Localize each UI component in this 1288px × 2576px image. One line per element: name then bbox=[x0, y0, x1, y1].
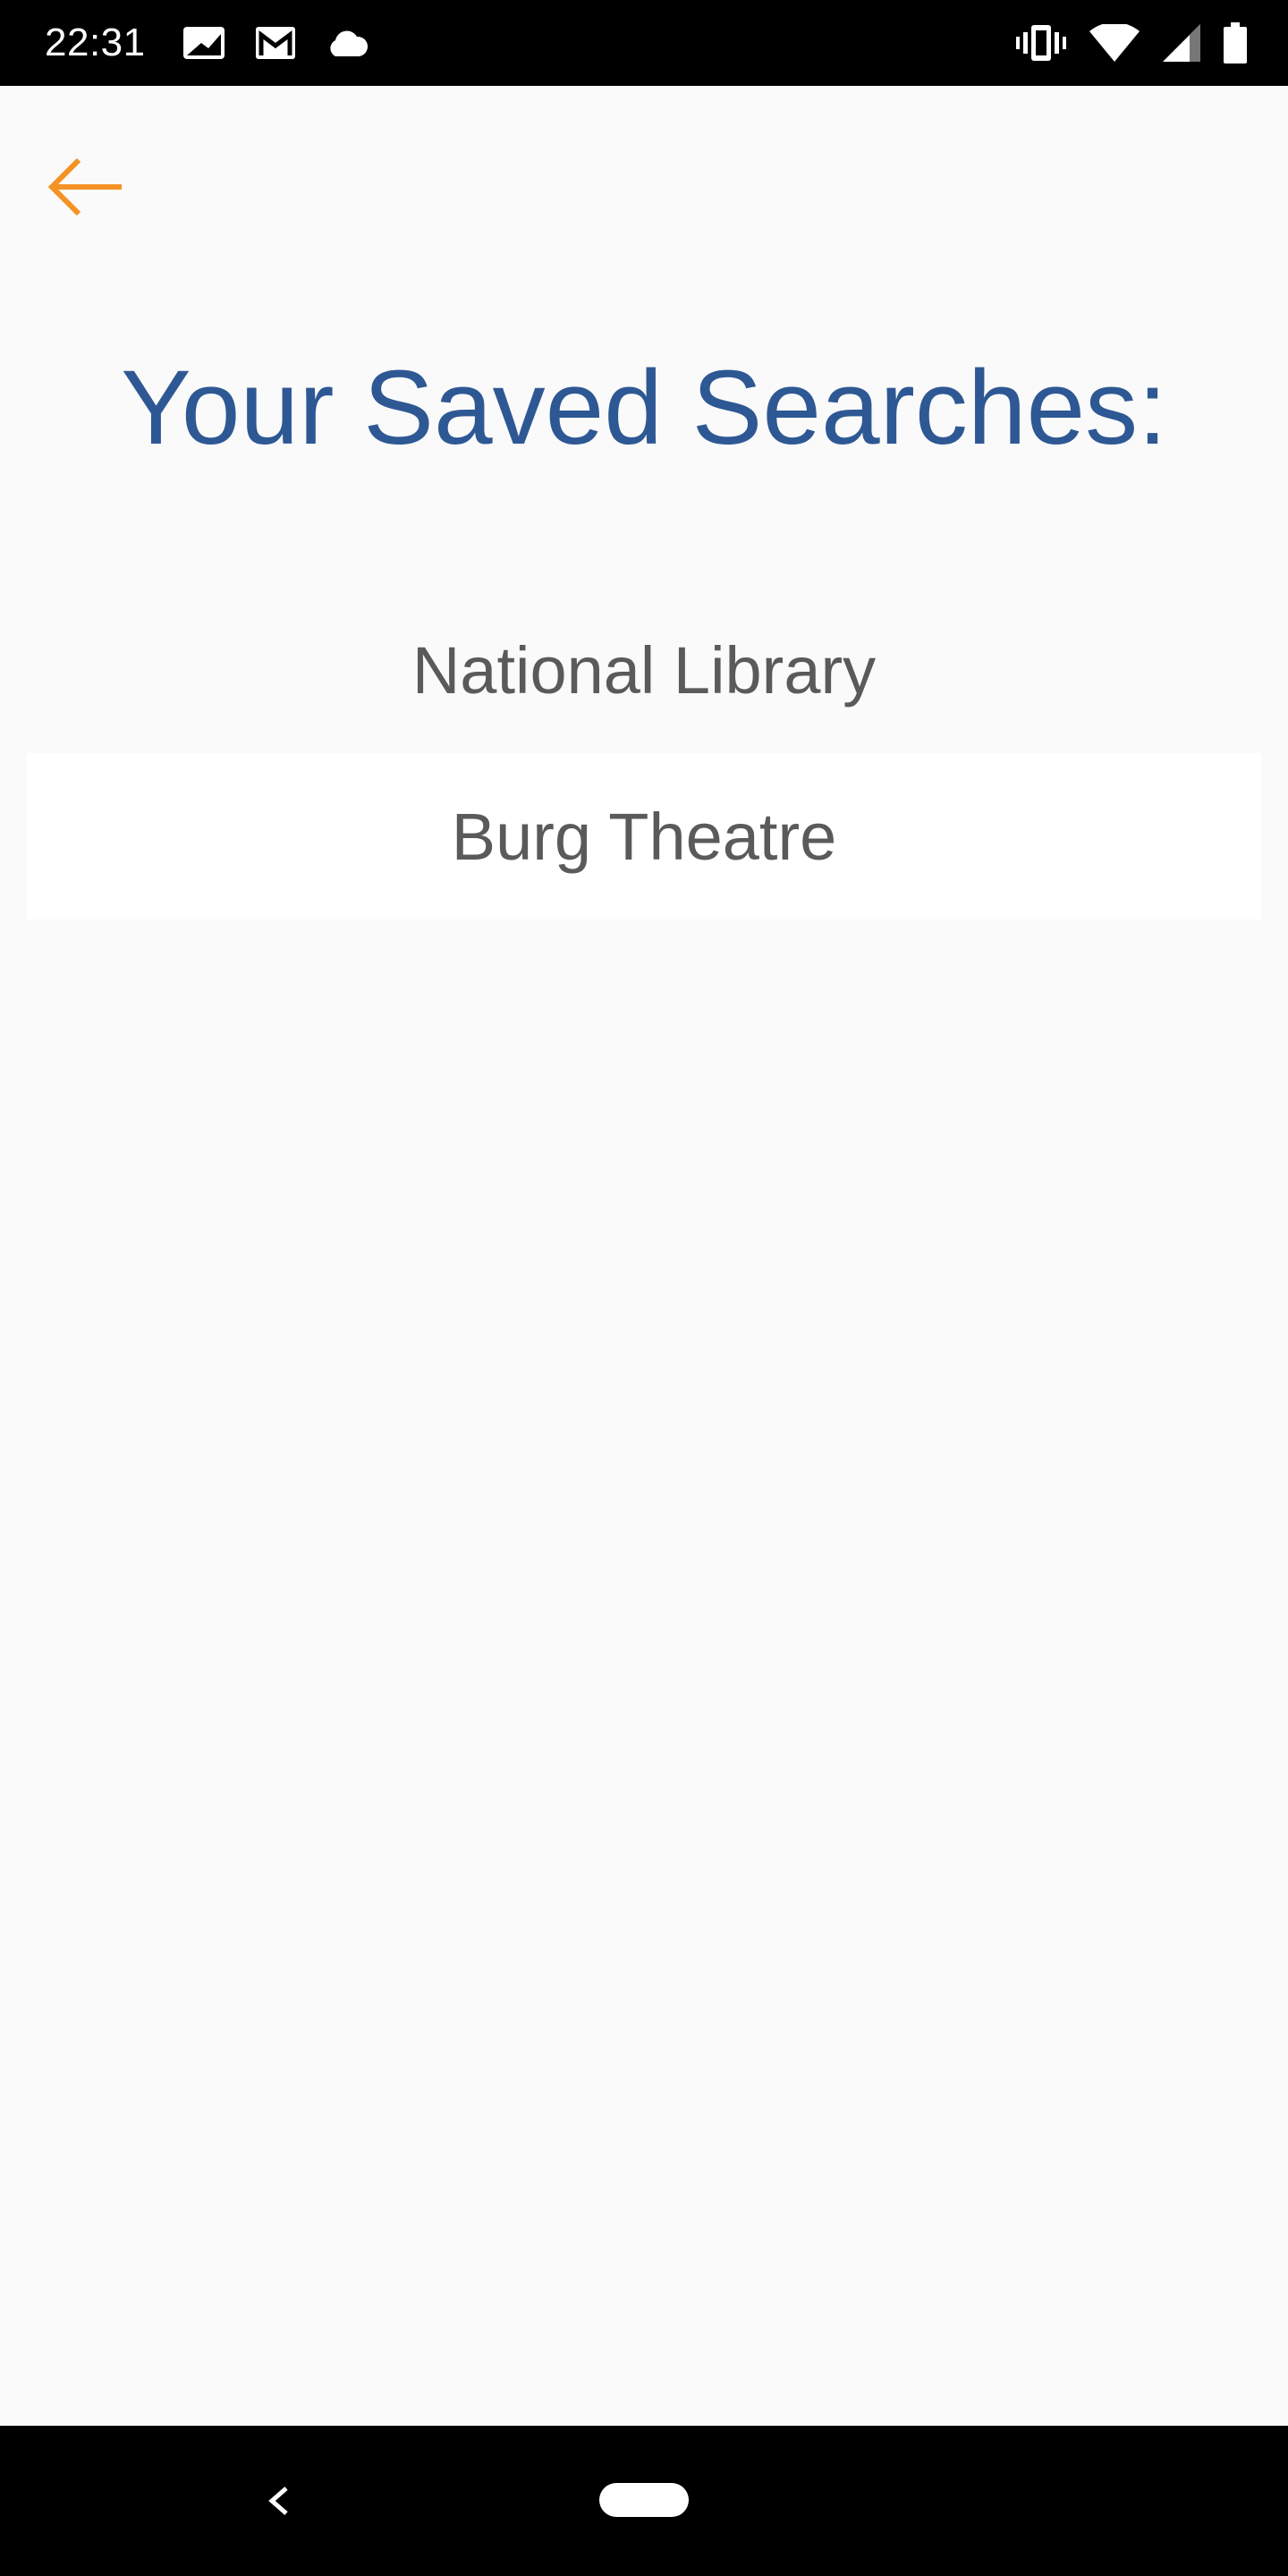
saved-search-item[interactable]: National Library bbox=[27, 587, 1261, 753]
saved-search-item[interactable]: Burg Theatre bbox=[27, 753, 1261, 919]
wifi-icon bbox=[1089, 24, 1140, 62]
saved-searches-list: National Library Burg Theatre bbox=[27, 587, 1261, 919]
cloud-icon bbox=[325, 28, 369, 58]
notification-icons bbox=[182, 25, 369, 61]
status-bar: 22:31 bbox=[0, 0, 1288, 86]
gmail-icon bbox=[255, 26, 296, 60]
chevron-left-icon[interactable] bbox=[259, 2476, 295, 2526]
status-time: 22:31 bbox=[45, 21, 146, 64]
back-button[interactable] bbox=[36, 138, 134, 236]
app-content: Your Saved Searches: National Library Bu… bbox=[0, 86, 1288, 2426]
image-icon bbox=[182, 25, 226, 61]
system-icons bbox=[1016, 22, 1247, 64]
signal-icon bbox=[1163, 24, 1200, 62]
navigation-bar bbox=[0, 2426, 1288, 2576]
battery-icon bbox=[1224, 22, 1247, 64]
arrow-left-icon bbox=[45, 156, 125, 218]
home-pill-icon[interactable] bbox=[599, 2483, 689, 2517]
page-title: Your Saved Searches: bbox=[121, 349, 1167, 467]
vibrate-icon bbox=[1016, 23, 1066, 63]
